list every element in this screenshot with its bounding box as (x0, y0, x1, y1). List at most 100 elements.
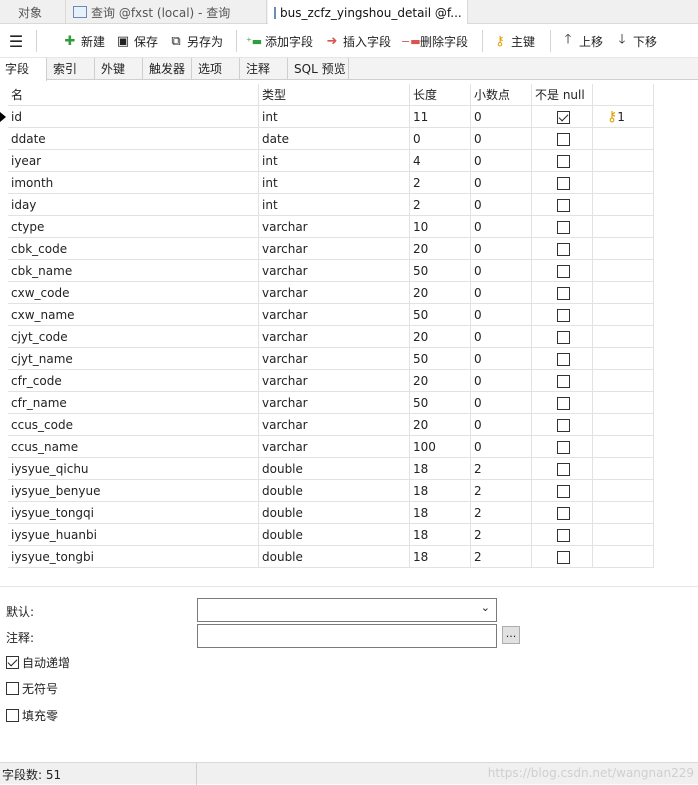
auto-increment-option[interactable]: 自动递增 (6, 654, 70, 671)
field-length-cell[interactable]: 10 (410, 216, 471, 238)
field-decimals-cell[interactable]: 0 (471, 370, 532, 392)
not-null-checkbox[interactable] (557, 265, 570, 278)
not-null-checkbox[interactable] (557, 353, 570, 366)
field-length-cell[interactable]: 18 (410, 546, 471, 568)
key-cell[interactable] (593, 348, 654, 370)
tab-options[interactable]: 选项 (193, 58, 240, 80)
not-null-checkbox[interactable] (557, 199, 570, 212)
key-cell[interactable] (593, 304, 654, 326)
field-decimals-cell[interactable]: 0 (471, 238, 532, 260)
key-cell[interactable] (593, 150, 654, 172)
field-type-cell[interactable]: varchar (259, 304, 410, 326)
field-length-cell[interactable]: 4 (410, 150, 471, 172)
not-null-checkbox[interactable] (557, 507, 570, 520)
key-cell[interactable] (593, 392, 654, 414)
field-length-cell[interactable]: 20 (410, 282, 471, 304)
not-null-checkbox[interactable] (557, 331, 570, 344)
not-null-checkbox[interactable] (557, 529, 570, 542)
tab-query[interactable]: 查询 @fxst (local) - 查询 (67, 0, 267, 24)
field-name-cell[interactable]: cfr_code (8, 370, 259, 392)
field-length-cell[interactable]: 20 (410, 238, 471, 260)
not-null-checkbox[interactable] (557, 177, 570, 190)
key-cell[interactable] (593, 414, 654, 436)
tab-comment[interactable]: 注释 (241, 58, 288, 80)
not-null-checkbox[interactable] (557, 111, 570, 124)
field-name-cell[interactable]: iysyue_huanbi (8, 524, 259, 546)
field-type-cell[interactable]: double (259, 524, 410, 546)
key-cell[interactable] (593, 216, 654, 238)
field-type-cell[interactable]: varchar (259, 370, 410, 392)
field-type-cell[interactable]: varchar (259, 392, 410, 414)
field-decimals-cell[interactable]: 0 (471, 436, 532, 458)
field-length-cell[interactable]: 18 (410, 524, 471, 546)
default-select[interactable]: ⌄ (197, 598, 497, 622)
key-cell[interactable] (593, 282, 654, 304)
field-decimals-cell[interactable]: 0 (471, 282, 532, 304)
field-type-cell[interactable]: varchar (259, 326, 410, 348)
not-null-checkbox[interactable] (557, 243, 570, 256)
field-type-cell[interactable]: varchar (259, 260, 410, 282)
field-name-cell[interactable]: cjyt_name (8, 348, 259, 370)
column-header-key[interactable] (593, 84, 654, 106)
field-length-cell[interactable]: 11 (410, 106, 471, 128)
field-name-cell[interactable]: cfr_name (8, 392, 259, 414)
field-decimals-cell[interactable]: 0 (471, 150, 532, 172)
save-as-button[interactable]: ⧉ 另存为 (168, 32, 223, 50)
field-decimals-cell[interactable]: 0 (471, 106, 532, 128)
field-name-cell[interactable]: ctype (8, 216, 259, 238)
field-type-cell[interactable]: double (259, 480, 410, 502)
field-decimals-cell[interactable]: 2 (471, 524, 532, 546)
comment-expand-button[interactable]: ... (502, 626, 520, 644)
key-cell[interactable] (593, 194, 654, 216)
field-name-cell[interactable]: ccus_name (8, 436, 259, 458)
field-decimals-cell[interactable]: 0 (471, 348, 532, 370)
zerofill-checkbox[interactable] (6, 709, 19, 722)
field-type-cell[interactable]: date (259, 128, 410, 150)
delete-field-button[interactable]: −▬ 删除字段 (401, 32, 468, 50)
column-header-not-null[interactable]: 不是 null (532, 84, 593, 106)
unsigned-checkbox[interactable] (6, 682, 19, 695)
field-decimals-cell[interactable]: 2 (471, 502, 532, 524)
not-null-checkbox[interactable] (557, 375, 570, 388)
key-cell[interactable]: ⚷1 (593, 106, 654, 128)
field-decimals-cell[interactable]: 0 (471, 304, 532, 326)
field-length-cell[interactable]: 20 (410, 370, 471, 392)
field-name-cell[interactable]: iysyue_tongbi (8, 546, 259, 568)
field-name-cell[interactable]: cbk_code (8, 238, 259, 260)
comment-input[interactable] (197, 624, 497, 648)
field-type-cell[interactable]: int (259, 150, 410, 172)
tab-sql-preview[interactable]: SQL 预览 (289, 58, 349, 80)
tab-fields[interactable]: 字段 (0, 58, 47, 81)
field-decimals-cell[interactable]: 0 (471, 194, 532, 216)
field-type-cell[interactable]: int (259, 172, 410, 194)
key-cell[interactable] (593, 238, 654, 260)
column-header-name[interactable]: 名 (8, 84, 259, 106)
field-decimals-cell[interactable]: 0 (471, 172, 532, 194)
field-name-cell[interactable]: cxw_code (8, 282, 259, 304)
field-name-cell[interactable]: id (8, 106, 259, 128)
field-type-cell[interactable]: varchar (259, 414, 410, 436)
field-length-cell[interactable]: 18 (410, 502, 471, 524)
field-name-cell[interactable]: ccus_code (8, 414, 259, 436)
field-length-cell[interactable]: 20 (410, 414, 471, 436)
field-name-cell[interactable]: ddate (8, 128, 259, 150)
key-cell[interactable] (593, 480, 654, 502)
not-null-checkbox[interactable] (557, 485, 570, 498)
field-length-cell[interactable]: 50 (410, 392, 471, 414)
column-header-length[interactable]: 长度 (410, 84, 471, 106)
field-type-cell[interactable]: double (259, 502, 410, 524)
field-length-cell[interactable]: 50 (410, 260, 471, 282)
key-cell[interactable] (593, 260, 654, 282)
field-name-cell[interactable]: iysyue_benyue (8, 480, 259, 502)
field-type-cell[interactable]: varchar (259, 436, 410, 458)
field-length-cell[interactable]: 18 (410, 458, 471, 480)
field-type-cell[interactable]: int (259, 194, 410, 216)
insert-field-button[interactable]: ➜ 插入字段 (324, 32, 391, 50)
not-null-checkbox[interactable] (557, 397, 570, 410)
field-length-cell[interactable]: 50 (410, 304, 471, 326)
not-null-checkbox[interactable] (557, 155, 570, 168)
not-null-checkbox[interactable] (557, 309, 570, 322)
field-type-cell[interactable]: int (259, 106, 410, 128)
field-name-cell[interactable]: cjyt_code (8, 326, 259, 348)
not-null-checkbox[interactable] (557, 419, 570, 432)
